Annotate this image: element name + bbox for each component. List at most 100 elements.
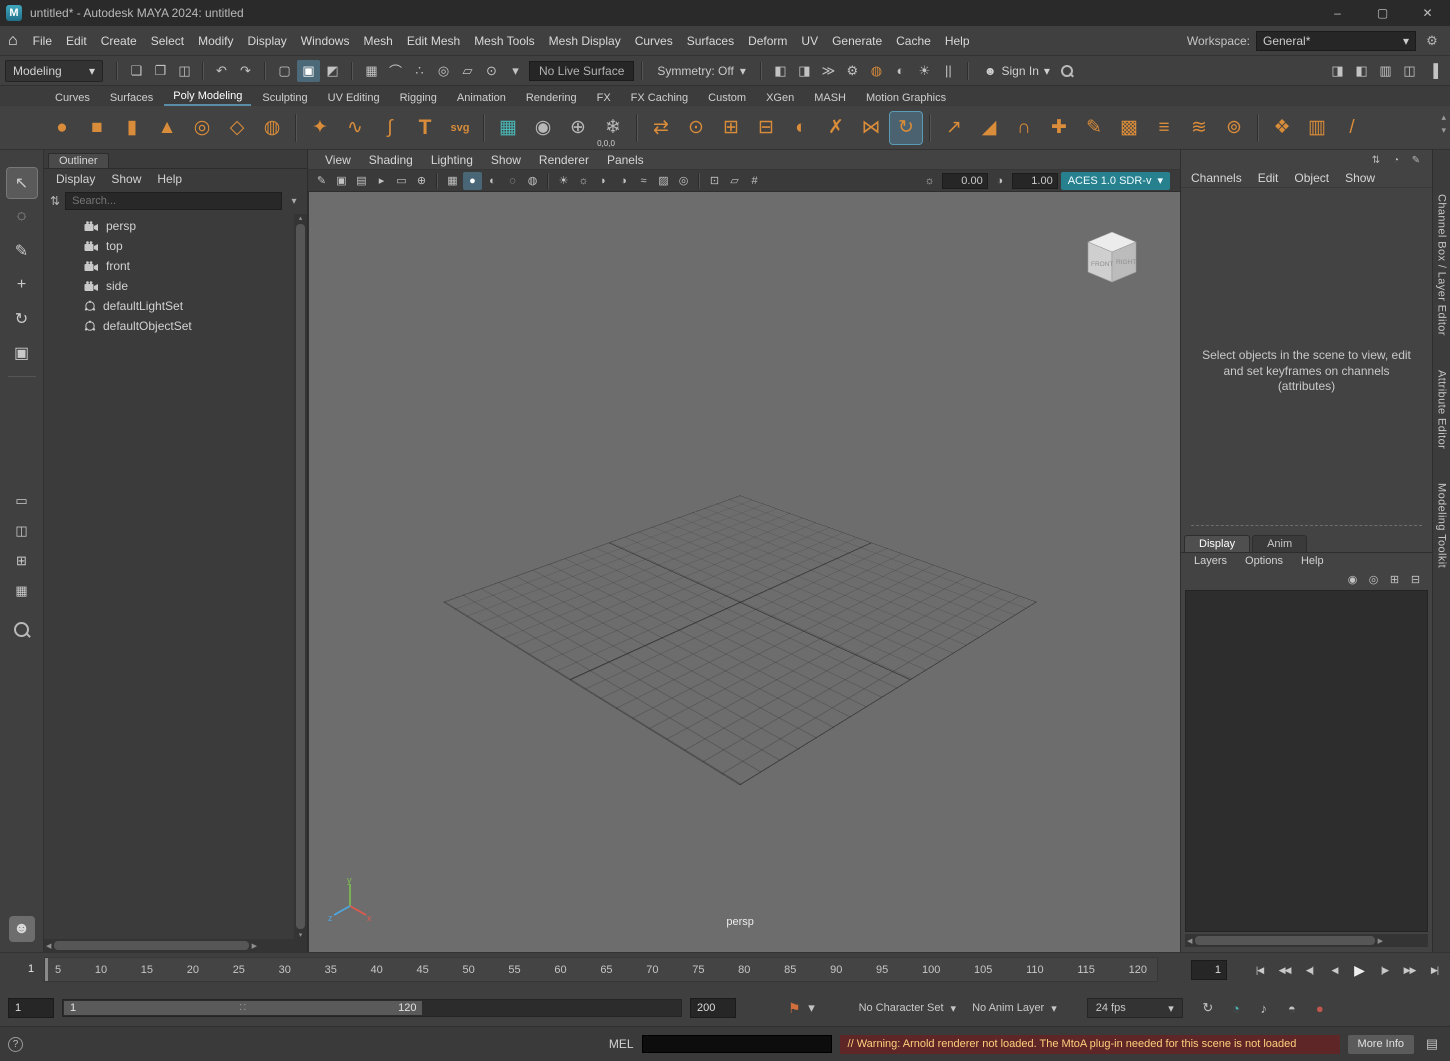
fps-dropdown[interactable]: 24 fps ▾ (1087, 998, 1183, 1018)
scrollbar-thumb[interactable] (296, 224, 305, 929)
workspace-sidebar-icon[interactable]: ▐ (1422, 60, 1445, 82)
cut-faces-icon[interactable]: / (1336, 112, 1368, 144)
timeline-ruler[interactable]: 5101520253035404550556065707580859095100… (44, 957, 1158, 982)
outliner-camera-item[interactable]: side (44, 276, 293, 296)
character-set-dropdown[interactable]: No Character Set ▾ (851, 1002, 965, 1015)
step-back-frame-icon[interactable]: ◀| (1297, 959, 1322, 981)
sep[interactable] (1257, 114, 1259, 142)
sep[interactable] (636, 114, 638, 142)
wireframe-on-shaded-icon[interactable]: ◍ (523, 172, 542, 190)
menu-item[interactable]: Windows (294, 34, 357, 48)
separate-icon[interactable]: ⊟ (750, 112, 782, 144)
range-grip[interactable]: :: (239, 1001, 247, 1013)
menu-item[interactable]: Cache (889, 34, 938, 48)
redo-icon[interactable]: ↷ (234, 60, 257, 82)
offset-edge-loop-icon[interactable]: ≋ (1183, 112, 1215, 144)
grease-pencil-icon[interactable]: ✎ (312, 172, 331, 190)
step-back-key-icon[interactable]: ◀◀ (1272, 959, 1297, 981)
sep[interactable] (202, 62, 204, 80)
side-tab[interactable]: Channel Box / Layer Editor (1436, 194, 1448, 336)
extrude-icon[interactable]: ↗ (938, 112, 970, 144)
channel-box-menu-item[interactable]: Object (1294, 171, 1329, 185)
move-tool-icon[interactable]: + (7, 270, 37, 300)
exposure-field[interactable]: 0.00 (942, 173, 988, 189)
smooth-icon[interactable]: ⊙ (680, 112, 712, 144)
bridge-icon[interactable]: ∩ (1008, 112, 1040, 144)
channel-box-menu-item[interactable]: Channels (1191, 171, 1242, 185)
menu-item[interactable]: Curves (628, 34, 680, 48)
gamma-icon[interactable]: ◑ (991, 172, 1009, 190)
exposure-icon[interactable]: ☼ (921, 172, 939, 190)
menu-item[interactable]: Create (94, 34, 144, 48)
step-forward-frame-icon[interactable]: |▶ (1372, 959, 1397, 981)
wireframe-icon[interactable]: ▦ (443, 172, 462, 190)
view-cube[interactable]: FRONT RIGHT (1074, 220, 1150, 296)
image-plane-icon[interactable]: ▭ (392, 172, 411, 190)
xray-icon[interactable]: ▱ (725, 172, 744, 190)
step-forward-key-icon[interactable]: ▶▶ (1397, 959, 1422, 981)
render-settings-icon[interactable]: ⚙ (841, 60, 864, 82)
workspace-gear-icon[interactable]: ⚙ (1422, 33, 1442, 49)
render-current-frame-icon[interactable]: ◧ (769, 60, 792, 82)
outliner-menu-item[interactable]: Show (103, 172, 149, 186)
home-icon[interactable]: ⌂ (8, 32, 18, 50)
lasso-tool-icon[interactable]: ◌ (7, 202, 37, 232)
select-tool-icon[interactable]: ↖ (7, 168, 37, 198)
outliner-camera-item[interactable]: front (44, 256, 293, 276)
cached-playback-icon[interactable]: ◔ (1225, 998, 1247, 1018)
maximize-button[interactable]: ▢ (1360, 0, 1405, 26)
connect-icon[interactable]: ⋈ (855, 112, 887, 144)
make-live-caret-icon[interactable]: ▾ (504, 60, 527, 82)
poly-disc-icon[interactable]: ◍ (256, 112, 288, 144)
poly-sphere-icon[interactable]: ● (46, 112, 78, 144)
poly-plane-icon[interactable]: ◇ (221, 112, 253, 144)
mirror-icon[interactable]: ⇄ (645, 112, 677, 144)
sign-in-button[interactable]: ☻ Sign In ▾ (976, 64, 1058, 78)
viewport-menu-item[interactable]: Lighting (422, 153, 482, 167)
uv-editor-icon[interactable]: ▥ (1301, 112, 1333, 144)
scroll-right-icon[interactable]: ▶ (252, 942, 257, 950)
sep[interactable] (698, 173, 700, 189)
camera-attributes-icon[interactable]: ▤ (352, 172, 371, 190)
outliner-set-item[interactable]: defaultLightSet (44, 296, 293, 316)
menu-item[interactable]: Mesh Tools (467, 34, 541, 48)
menu-item[interactable]: Surfaces (680, 34, 741, 48)
snap-to-point-icon[interactable]: ∴ (408, 60, 431, 82)
render-view-icon[interactable]: ◍ (865, 60, 888, 82)
outliner-title-tab[interactable]: Outliner (48, 153, 109, 168)
more-info-button[interactable]: More Info (1348, 1035, 1414, 1054)
outliner-camera-item[interactable]: top (44, 236, 293, 256)
select-by-hierarchy-icon[interactable]: ▢ (273, 60, 296, 82)
multi-component-icon[interactable]: ▩ (1113, 112, 1145, 144)
close-button[interactable]: ✕ (1405, 0, 1450, 26)
current-frame-field[interactable]: 1 (1191, 960, 1227, 980)
channel-box-menu-item[interactable]: Show (1345, 171, 1375, 185)
use-default-material-icon[interactable]: ◌ (503, 172, 522, 190)
camera-lock-icon[interactable]: ▣ (332, 172, 351, 190)
rotate-tool-icon[interactable]: ↻ (7, 304, 37, 334)
construction-plane-icon[interactable]: ▦ (492, 112, 524, 144)
layer-editor-menu-item[interactable]: Help (1294, 555, 1331, 567)
poly-cube-icon[interactable]: ■ (81, 112, 113, 144)
playback-speed-icon[interactable]: ◓ (1281, 998, 1303, 1018)
shelf-scroll-up-icon[interactable]: ▴ (1441, 112, 1446, 123)
two-pane-layout-icon[interactable]: ◫ (9, 519, 35, 543)
sep[interactable] (547, 173, 549, 189)
help-icon[interactable]: ? (8, 1037, 23, 1052)
scroll-left-icon[interactable]: ◀ (46, 942, 51, 950)
shelf-scroll-down-icon[interactable]: ▾ (1441, 125, 1446, 136)
channel-speed-icon[interactable]: ◔ (1388, 153, 1404, 167)
new-layer-from-selected-icon[interactable]: ⊞ (1386, 572, 1403, 588)
four-pane-layout-icon[interactable]: ⊞ (9, 549, 35, 573)
channel-box-menu-item[interactable]: Edit (1258, 171, 1279, 185)
menu-item[interactable]: Display (240, 34, 293, 48)
mute-audio-icon[interactable]: ♪ (1253, 998, 1275, 1018)
layer-list[interactable] (1185, 590, 1428, 932)
ssao-icon[interactable]: ◑ (614, 172, 633, 190)
layer-playback-icon[interactable]: ◎ (1365, 572, 1382, 588)
crease-set-icon[interactable]: ❖ (1266, 112, 1298, 144)
channel-manip-icon[interactable]: ⇅ (1368, 153, 1384, 167)
viewport-menu-item[interactable]: Shading (360, 153, 422, 167)
viewport-canvas[interactable]: FRONT RIGHT y x z persp (308, 192, 1180, 952)
hypershade-icon[interactable]: ◐ (889, 60, 912, 82)
